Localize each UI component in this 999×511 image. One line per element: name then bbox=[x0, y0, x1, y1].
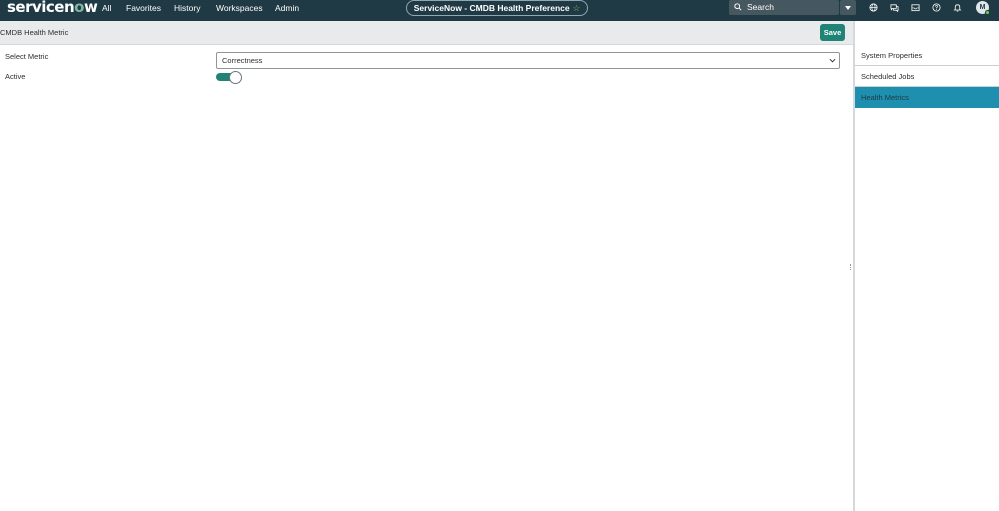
avatar-initial: M bbox=[979, 4, 986, 11]
form-header: CMDB Health Metric Save bbox=[0, 21, 853, 45]
save-button[interactable]: Save bbox=[820, 24, 845, 41]
nav-favorites[interactable]: Favorites bbox=[126, 3, 161, 13]
page-title-pill[interactable]: ServiceNow - CMDB Health Preference ☆ bbox=[406, 0, 588, 16]
metric-select-value: Correctness bbox=[222, 56, 263, 65]
page-title: ServiceNow - CMDB Health Preference bbox=[413, 3, 570, 13]
help-icon[interactable] bbox=[932, 3, 941, 12]
nav-all[interactable]: All bbox=[102, 3, 111, 13]
metric-select[interactable]: Correctness bbox=[216, 52, 840, 69]
resize-handle[interactable] bbox=[850, 264, 852, 270]
search-icon bbox=[734, 3, 742, 11]
form-title: CMDB Health Metric bbox=[0, 28, 69, 37]
toggle-knob bbox=[229, 71, 242, 84]
chevron-down-icon bbox=[829, 58, 836, 63]
search-scope-dropdown[interactable] bbox=[840, 0, 856, 15]
nav-admin[interactable]: Admin bbox=[275, 3, 299, 13]
sidebar-item-system-properties[interactable]: System Properties bbox=[855, 45, 999, 66]
nav-workspaces[interactable]: Workspaces bbox=[216, 3, 263, 13]
sidebar-item-scheduled-jobs[interactable]: Scheduled Jobs bbox=[855, 66, 999, 87]
search-placeholder: Search bbox=[747, 2, 774, 12]
sidebar-item-health-metrics[interactable]: Health Metrics bbox=[855, 87, 999, 108]
active-label: Active bbox=[5, 72, 26, 81]
globe-icon[interactable] bbox=[869, 3, 878, 12]
online-status-indicator bbox=[985, 10, 990, 15]
chat-icon[interactable] bbox=[890, 3, 899, 12]
bell-icon[interactable] bbox=[953, 3, 962, 12]
inbox-icon[interactable] bbox=[911, 3, 920, 12]
servicenow-logo[interactable]: servicenow bbox=[7, 0, 98, 15]
favorite-star-icon[interactable]: ☆ bbox=[573, 3, 581, 13]
user-avatar[interactable]: M bbox=[976, 1, 990, 15]
select-metric-label: Select Metric bbox=[5, 52, 49, 61]
global-search-input[interactable]: Search bbox=[729, 0, 839, 15]
top-navigation-bar: servicenow All Favorites History Workspa… bbox=[0, 0, 999, 21]
nav-history[interactable]: History bbox=[174, 3, 200, 13]
active-toggle[interactable] bbox=[216, 71, 242, 84]
